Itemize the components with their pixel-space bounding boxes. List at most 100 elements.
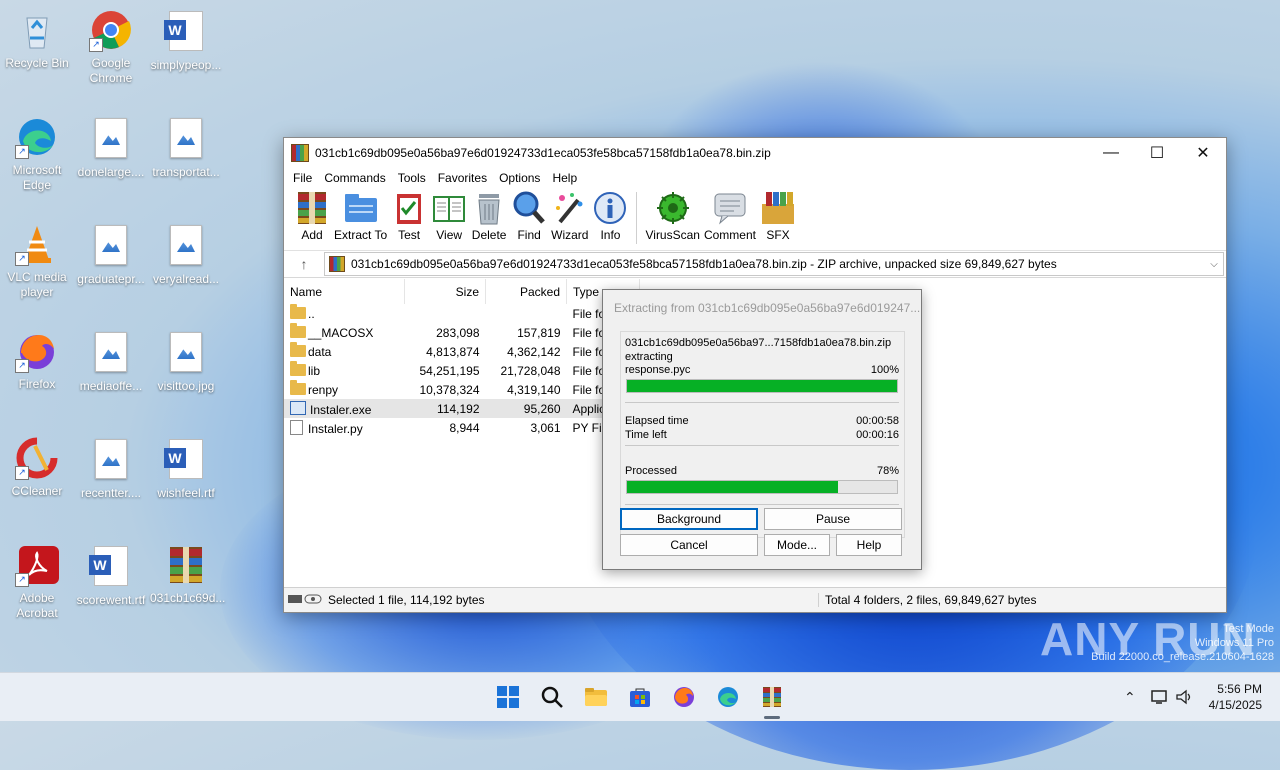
- desktop-icon-recycle-bin[interactable]: Recycle Bin: [1, 8, 73, 71]
- file-size-cell: 283,098: [436, 325, 480, 340]
- desktop-icon-edge[interactable]: ↗ Microsoft Edge: [1, 115, 73, 193]
- divider: [625, 445, 899, 446]
- desktop-icon-simplypeop[interactable]: W simplypeop...: [150, 8, 222, 73]
- column-name[interactable]: Name: [284, 279, 405, 304]
- help-button[interactable]: Help: [836, 534, 902, 556]
- desktop-icon-recentter[interactable]: recentter....: [75, 436, 147, 501]
- file-row[interactable]: data 4,813,874 4,362,142 File fo: [284, 342, 640, 361]
- archive-name: 031cb1c69db095e0a56ba97...7158fdb1a0ea78…: [625, 337, 892, 349]
- desktop-icon-visittoo[interactable]: visittoo.jpg: [150, 329, 222, 394]
- elapsed-label: Elapsed time: [625, 415, 689, 427]
- maximize-button[interactable]: ☐: [1134, 138, 1180, 168]
- view-book-icon: [431, 190, 467, 226]
- menu-help[interactable]: Help: [546, 171, 583, 185]
- minimize-button[interactable]: —: [1088, 138, 1134, 168]
- comment-button[interactable]: Comment: [704, 188, 756, 242]
- file-row[interactable]: Instaler.exe 114,192 95,260 Applic: [284, 399, 640, 418]
- file-size-cell: 8,944: [449, 420, 480, 435]
- recycle-bin-icon: [15, 8, 59, 52]
- info-button[interactable]: Info: [592, 188, 628, 242]
- sfx-button[interactable]: SFX: [760, 188, 796, 242]
- find-button[interactable]: Find: [511, 188, 547, 242]
- processed-label: Processed: [625, 465, 677, 477]
- menu-file[interactable]: File: [287, 171, 318, 185]
- pause-button[interactable]: Pause: [764, 508, 902, 530]
- file-row[interactable]: lib 54,251,195 21,728,048 File fo: [284, 361, 640, 380]
- desktop-icon-vlc[interactable]: ↗ VLC media player: [1, 222, 73, 300]
- current-file: response.pyc: [625, 364, 691, 376]
- file-name-cell: Instaler.exe: [284, 399, 405, 418]
- chrome-icon: ↗: [89, 8, 133, 52]
- archive-icon: [329, 256, 345, 272]
- desktop-icon-transportat[interactable]: transportat...: [150, 115, 222, 180]
- status-bar: Selected 1 file, 114,192 bytes Total 4 f…: [284, 587, 1226, 612]
- file-row[interactable]: renpy 10,378,324 4,319,140 File fo: [284, 380, 640, 399]
- cancel-button[interactable]: Cancel: [620, 534, 758, 556]
- winrar-app-icon: [291, 144, 309, 162]
- firefox-icon[interactable]: [672, 685, 696, 709]
- view-button[interactable]: View: [431, 188, 467, 242]
- file-explorer-icon[interactable]: [584, 685, 608, 709]
- menu-favorites[interactable]: Favorites: [432, 171, 493, 185]
- clock[interactable]: 5:56 PM 4/15/2025: [1209, 681, 1262, 713]
- desktop-icon-mediaoffe[interactable]: mediaoffe...: [75, 329, 147, 394]
- exe-file-icon: [290, 400, 306, 415]
- column-packed[interactable]: Packed: [485, 279, 567, 304]
- add-button[interactable]: Add: [294, 188, 330, 242]
- desktop-icon-graduatepr[interactable]: graduatepr...: [75, 222, 147, 287]
- file-row[interactable]: Instaler.py 8,944 3,061 PY File: [284, 418, 640, 437]
- file-row[interactable]: __MACOSX 283,098 157,819 File fo: [284, 323, 640, 342]
- up-arrow-icon[interactable]: ↑: [284, 256, 324, 272]
- acrobat-icon: ↗: [15, 543, 59, 587]
- extract-to-button[interactable]: Extract To: [334, 188, 387, 242]
- close-button[interactable]: ✕: [1180, 138, 1226, 168]
- file-progress-bar: [626, 379, 898, 393]
- file-row[interactable]: .. File fo: [284, 304, 640, 323]
- folder-icon: [290, 380, 306, 395]
- title-bar[interactable]: 031cb1c69db095e0a56ba97e6d01924733d1eca0…: [284, 138, 1226, 168]
- desktop-icon-wishfeel[interactable]: W wishfeel.rtf: [150, 436, 222, 501]
- desktop-icon-acrobat[interactable]: ↗ Adobe Acrobat: [1, 543, 73, 621]
- ccleaner-icon: ↗: [15, 436, 59, 480]
- desktop-icon-chrome[interactable]: ↗ Google Chrome: [75, 8, 147, 86]
- column-size[interactable]: Size: [404, 279, 486, 304]
- mode-button[interactable]: Mode...: [764, 534, 830, 556]
- address-bar: ↑ 031cb1c69db095e0a56ba97e6d01924733d1ec…: [284, 251, 1226, 278]
- py-file-icon: [290, 419, 303, 435]
- file-name-cell: ..: [284, 304, 405, 323]
- test-button[interactable]: Test: [391, 188, 427, 242]
- folder-icon: [290, 361, 306, 376]
- desktop-icon-veryalread[interactable]: veryalread...: [150, 222, 222, 287]
- background-button[interactable]: Background: [620, 508, 758, 530]
- file-packed-cell: 4,362,142: [507, 344, 561, 359]
- menu-tools[interactable]: Tools: [392, 171, 432, 185]
- file-packed-cell: 95,260: [485, 399, 567, 418]
- file-packed-cell: 21,728,048: [500, 363, 561, 378]
- path-combobox[interactable]: 031cb1c69db095e0a56ba97e6d01924733d1eca0…: [324, 252, 1224, 276]
- desktop-icon-donelarge[interactable]: donelarge....: [75, 115, 147, 180]
- path-text: 031cb1c69db095e0a56ba97e6d01924733d1eca0…: [351, 257, 1057, 271]
- delete-button[interactable]: Delete: [471, 188, 507, 242]
- menu-commands[interactable]: Commands: [318, 171, 391, 185]
- network-icon[interactable]: [1150, 689, 1168, 705]
- desktop-icon-archive[interactable]: 031cb1c69d...: [150, 543, 225, 606]
- speaker-icon[interactable]: [1175, 689, 1193, 705]
- action-label: extracting: [625, 351, 673, 363]
- virus-scan-button[interactable]: VirusScan: [645, 188, 700, 242]
- folder-icon: [290, 323, 306, 338]
- file-size-cell: 10,378,324: [419, 382, 480, 397]
- winrar-icon[interactable]: [760, 685, 784, 709]
- chevron-down-icon[interactable]: ⌵: [1205, 259, 1223, 270]
- desktop-icon-ccleaner[interactable]: ↗ CCleaner: [1, 436, 73, 499]
- start-icon[interactable]: [496, 685, 520, 709]
- menu-options[interactable]: Options: [493, 171, 546, 185]
- wizard-button[interactable]: Wizard: [551, 188, 588, 242]
- store-icon[interactable]: [628, 685, 652, 709]
- virus-scan-icon: [655, 190, 691, 226]
- desktop-icon-scorewent[interactable]: W scorewent.rtf: [75, 543, 147, 608]
- elapsed-time: 00:00:58: [856, 415, 899, 427]
- search-icon[interactable]: [540, 685, 564, 709]
- desktop-icon-firefox[interactable]: ↗ Firefox: [1, 329, 73, 392]
- chevron-up-icon[interactable]: ⌃: [1124, 689, 1136, 706]
- edge-icon[interactable]: [716, 685, 740, 709]
